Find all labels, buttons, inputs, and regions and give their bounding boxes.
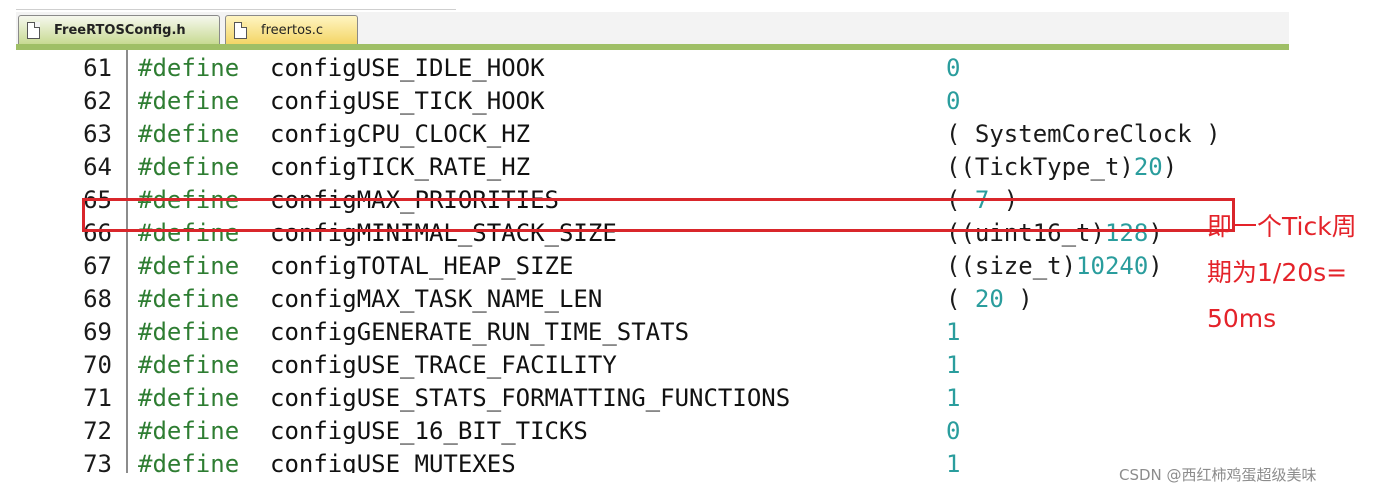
value-prefix: ( bbox=[946, 285, 975, 313]
macro-name: configMAX_TASK_NAME_LEN bbox=[270, 285, 603, 313]
code-line: 63 #define configCPU_CLOCK_HZ ( SystemCoreC… bbox=[16, 118, 1289, 151]
code-line: 73 #define configUSE_MUTEXES 1 bbox=[16, 448, 1289, 473]
macro-value: 1 bbox=[946, 349, 960, 382]
code-line: 68 #define configMAX_TASK_NAME_LEN ( 20 ) bbox=[16, 283, 1289, 316]
macro-value: ((size_t)10240) bbox=[946, 250, 1163, 283]
macro-value: ((TickType_t)20) bbox=[946, 151, 1177, 184]
define-keyword: #define bbox=[138, 252, 240, 280]
tab-freertosconfig-h[interactable]: FreeRTOSConfig.h bbox=[18, 15, 220, 45]
window-top-line bbox=[16, 9, 456, 10]
line-number: 67 bbox=[83, 252, 112, 280]
macro-value: 0 bbox=[946, 85, 960, 118]
line-number: 64 bbox=[83, 153, 112, 181]
value-number: 0 bbox=[946, 87, 961, 115]
define-keyword: #define bbox=[138, 384, 240, 412]
define-keyword: #define bbox=[138, 450, 240, 473]
macro-name: configUSE_TRACE_FACILITY bbox=[270, 351, 617, 379]
editor-bottom-edge bbox=[16, 473, 1289, 495]
tab-label: freertos.c bbox=[261, 23, 324, 38]
macro-name: configUSE_IDLE_HOOK bbox=[270, 54, 545, 82]
annotation-line: 期为1/20s= bbox=[1207, 258, 1348, 287]
file-icon bbox=[27, 22, 40, 39]
value-number: 10240 bbox=[1076, 252, 1149, 280]
code-line: 67 #define configTOTAL_HEAP_SIZE ((size_t)1… bbox=[16, 250, 1289, 283]
define-keyword: #define bbox=[138, 120, 240, 148]
macro-value: 1 bbox=[946, 448, 960, 473]
code-line: 70 #define configUSE_TRACE_FACILITY 1 bbox=[16, 349, 1289, 382]
macro-name: configUSE_STATS_FORMATTING_FUNCTIONS bbox=[270, 384, 791, 412]
value-prefix: ((size_t) bbox=[946, 252, 1077, 280]
line-number: 72 bbox=[83, 417, 112, 445]
macro-value: ( 20 ) bbox=[946, 283, 1033, 316]
code-editor[interactable]: 61 #define configUSE_IDLE_HOOK 0 62 #define co… bbox=[16, 50, 1289, 473]
line-number: 71 bbox=[83, 384, 112, 412]
define-keyword: #define bbox=[138, 285, 240, 313]
define-keyword: #define bbox=[138, 153, 240, 181]
code-line: 64 #define configTICK_RATE_HZ ((TickType_t)… bbox=[16, 151, 1289, 184]
macro-value: 0 bbox=[946, 415, 960, 448]
value-number: 20 bbox=[1133, 153, 1163, 181]
line-number: 61 bbox=[83, 54, 112, 82]
annotation-line: 50ms bbox=[1207, 304, 1277, 333]
tab-freertos-c[interactable]: freertos.c bbox=[225, 15, 358, 45]
file-icon bbox=[234, 22, 247, 39]
code-line: 62 #define configUSE_TICK_HOOK 0 bbox=[16, 85, 1289, 118]
macro-value: 1 bbox=[946, 382, 960, 415]
macro-value: 1 bbox=[946, 316, 960, 349]
code-line: 71 #define configUSE_STATS_FORMATTING_FUNC… bbox=[16, 382, 1289, 415]
code-line: 69 #define configGENERATE_RUN_TIME_STATS 1 bbox=[16, 316, 1289, 349]
code-line: 61 #define configUSE_IDLE_HOOK 0 bbox=[16, 52, 1289, 85]
highlight-box-line-64 bbox=[82, 198, 1235, 232]
define-keyword: #define bbox=[138, 351, 240, 379]
macro-name: configUSE_16_BIT_TICKS bbox=[270, 417, 588, 445]
value-number: 1 bbox=[946, 450, 961, 473]
define-keyword: #define bbox=[138, 87, 240, 115]
value-number: 0 bbox=[946, 417, 961, 445]
macro-name: configTICK_RATE_HZ bbox=[270, 153, 531, 181]
line-number: 70 bbox=[83, 351, 112, 379]
code-line: 72 #define configUSE_16_BIT_TICKS 0 bbox=[16, 415, 1289, 448]
macro-name: configUSE_MUTEXES bbox=[270, 450, 516, 473]
line-number: 63 bbox=[83, 120, 112, 148]
value-suffix: ) bbox=[1148, 252, 1163, 280]
line-number: 68 bbox=[83, 285, 112, 313]
annotation-note: 即一个Tick周 期为1/20s= 50ms bbox=[1207, 204, 1379, 342]
value-prefix: ((TickType_t) bbox=[946, 153, 1134, 181]
macro-name: configTOTAL_HEAP_SIZE bbox=[270, 252, 574, 280]
line-number: 69 bbox=[83, 318, 112, 346]
macro-name: configGENERATE_RUN_TIME_STATS bbox=[270, 318, 690, 346]
macro-name: configCPU_CLOCK_HZ bbox=[270, 120, 531, 148]
line-number: 62 bbox=[83, 87, 112, 115]
macro-value: 0 bbox=[946, 52, 960, 85]
annotation-line: 即一个Tick周 bbox=[1207, 212, 1357, 241]
macro-value: ( SystemCoreClock ) bbox=[946, 118, 1221, 151]
define-keyword: #define bbox=[138, 318, 240, 346]
define-keyword: #define bbox=[138, 417, 240, 445]
macro-name: configUSE_TICK_HOOK bbox=[270, 87, 545, 115]
window-top bbox=[16, 0, 1289, 12]
value-number: 1 bbox=[946, 318, 961, 346]
define-keyword: #define bbox=[138, 54, 240, 82]
watermark: CSDN @西红柿鸡蛋超级美味 bbox=[1119, 466, 1317, 484]
value-number: 1 bbox=[946, 351, 961, 379]
tab-label: FreeRTOSConfig.h bbox=[54, 23, 186, 38]
value-number: 20 bbox=[974, 285, 1004, 313]
line-number: 73 bbox=[83, 450, 112, 473]
value-suffix: ) bbox=[1003, 285, 1033, 313]
value-number: 0 bbox=[946, 54, 961, 82]
value-prefix: ( SystemCoreClock ) bbox=[946, 120, 1221, 148]
value-suffix: ) bbox=[1162, 153, 1178, 181]
value-number: 1 bbox=[946, 384, 961, 412]
